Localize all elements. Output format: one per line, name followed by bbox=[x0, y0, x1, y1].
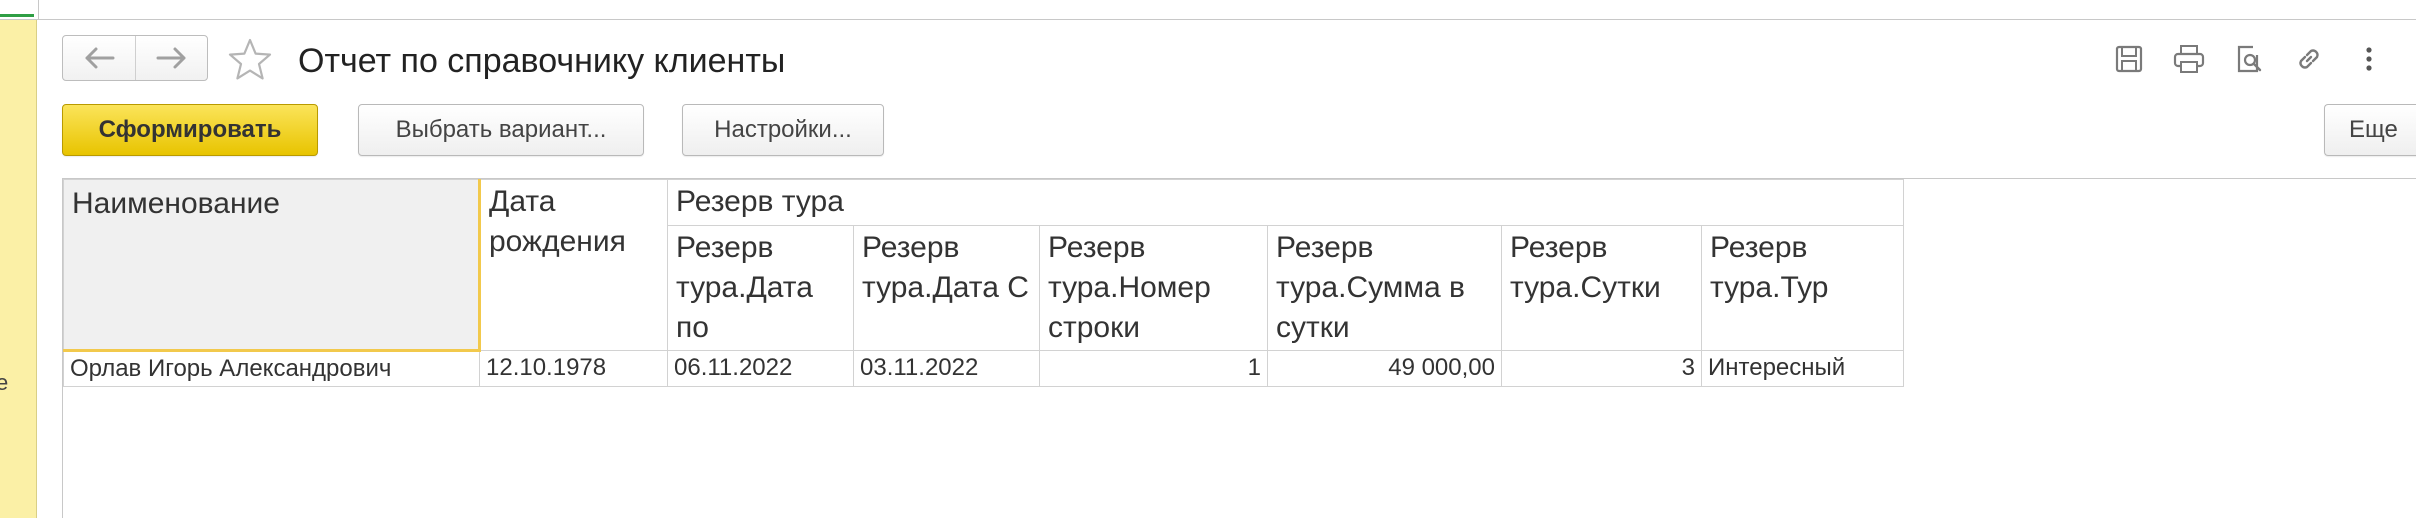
link-icon bbox=[2299, 49, 2319, 69]
left-section-panel[interactable]: е bbox=[0, 20, 37, 518]
report-table: Наименование Дата рождения Резерв тура Р… bbox=[63, 179, 1904, 387]
column-header-date-from[interactable]: Резерв тура.Дата С bbox=[853, 225, 1040, 351]
save-button[interactable] bbox=[2110, 40, 2148, 78]
cell-line-number[interactable]: 1 bbox=[1039, 350, 1268, 387]
cell-tour[interactable]: Интересный bbox=[1701, 350, 1904, 387]
generate-report-button[interactable]: Сформировать bbox=[62, 104, 318, 156]
arrow-right-icon bbox=[156, 47, 185, 69]
back-button[interactable] bbox=[63, 36, 135, 80]
divider bbox=[38, 0, 39, 20]
more-actions-button[interactable] bbox=[2350, 40, 2388, 78]
column-header-date-to[interactable]: Резерв тура.Дата по bbox=[667, 225, 854, 351]
settings-button[interactable]: Настройки... bbox=[682, 104, 884, 156]
link-button[interactable] bbox=[2290, 40, 2328, 78]
column-header-sum-per-day[interactable]: Резерв тура.Сумма в сутки bbox=[1267, 225, 1502, 351]
cell-date-to[interactable]: 06.11.2022 bbox=[667, 350, 854, 387]
side-panel-text-fragment: е bbox=[0, 370, 9, 395]
arrow-left-icon bbox=[85, 47, 115, 69]
cell-birth-date[interactable]: 12.10.1978 bbox=[479, 350, 668, 387]
report-document[interactable]: Наименование Дата рождения Резерв тура Р… bbox=[62, 178, 2416, 518]
form-area: Отчет по справочнику клиенты Сформироват… bbox=[38, 20, 2416, 518]
column-group-header-tour-reserve[interactable]: Резерв тура bbox=[667, 179, 1904, 226]
preview-button[interactable] bbox=[2230, 40, 2268, 78]
star-icon bbox=[228, 38, 272, 80]
cell-name[interactable]: Орлав Игорь Александрович bbox=[63, 350, 480, 387]
navigation-buttons bbox=[62, 35, 208, 81]
more-vertical-icon bbox=[2366, 47, 2372, 71]
cell-sum-per-day[interactable]: 49 000,00 bbox=[1267, 350, 1502, 387]
column-header-birth-date[interactable]: Дата рождения bbox=[479, 179, 668, 351]
more-button[interactable]: Еще bbox=[2324, 104, 2416, 156]
page-title: Отчет по справочнику клиенты bbox=[298, 42, 786, 80]
print-button[interactable] bbox=[2170, 40, 2208, 78]
forward-button[interactable] bbox=[135, 36, 207, 80]
preview-icon bbox=[2237, 45, 2262, 73]
form-toolbar-icons bbox=[2110, 40, 2388, 78]
table-row[interactable]: Орлав Игорь Александрович 12.10.1978 06.… bbox=[63, 350, 1904, 387]
active-tab-indicator bbox=[0, 14, 34, 17]
cell-days[interactable]: 3 bbox=[1501, 350, 1702, 387]
column-header-days[interactable]: Резерв тура.Сутки bbox=[1501, 225, 1702, 351]
window-top-strip bbox=[0, 0, 2416, 20]
choose-variant-button[interactable]: Выбрать вариант... bbox=[358, 104, 644, 156]
cell-date-from[interactable]: 03.11.2022 bbox=[853, 350, 1040, 387]
column-header-tour[interactable]: Резерв тура.Тур bbox=[1701, 225, 1904, 351]
save-icon bbox=[2115, 45, 2143, 73]
print-icon bbox=[2173, 45, 2205, 73]
favorite-button[interactable] bbox=[226, 36, 274, 84]
column-header-name[interactable]: Наименование bbox=[63, 179, 481, 352]
column-header-line-number[interactable]: Резерв тура.Номер строки bbox=[1039, 225, 1268, 351]
